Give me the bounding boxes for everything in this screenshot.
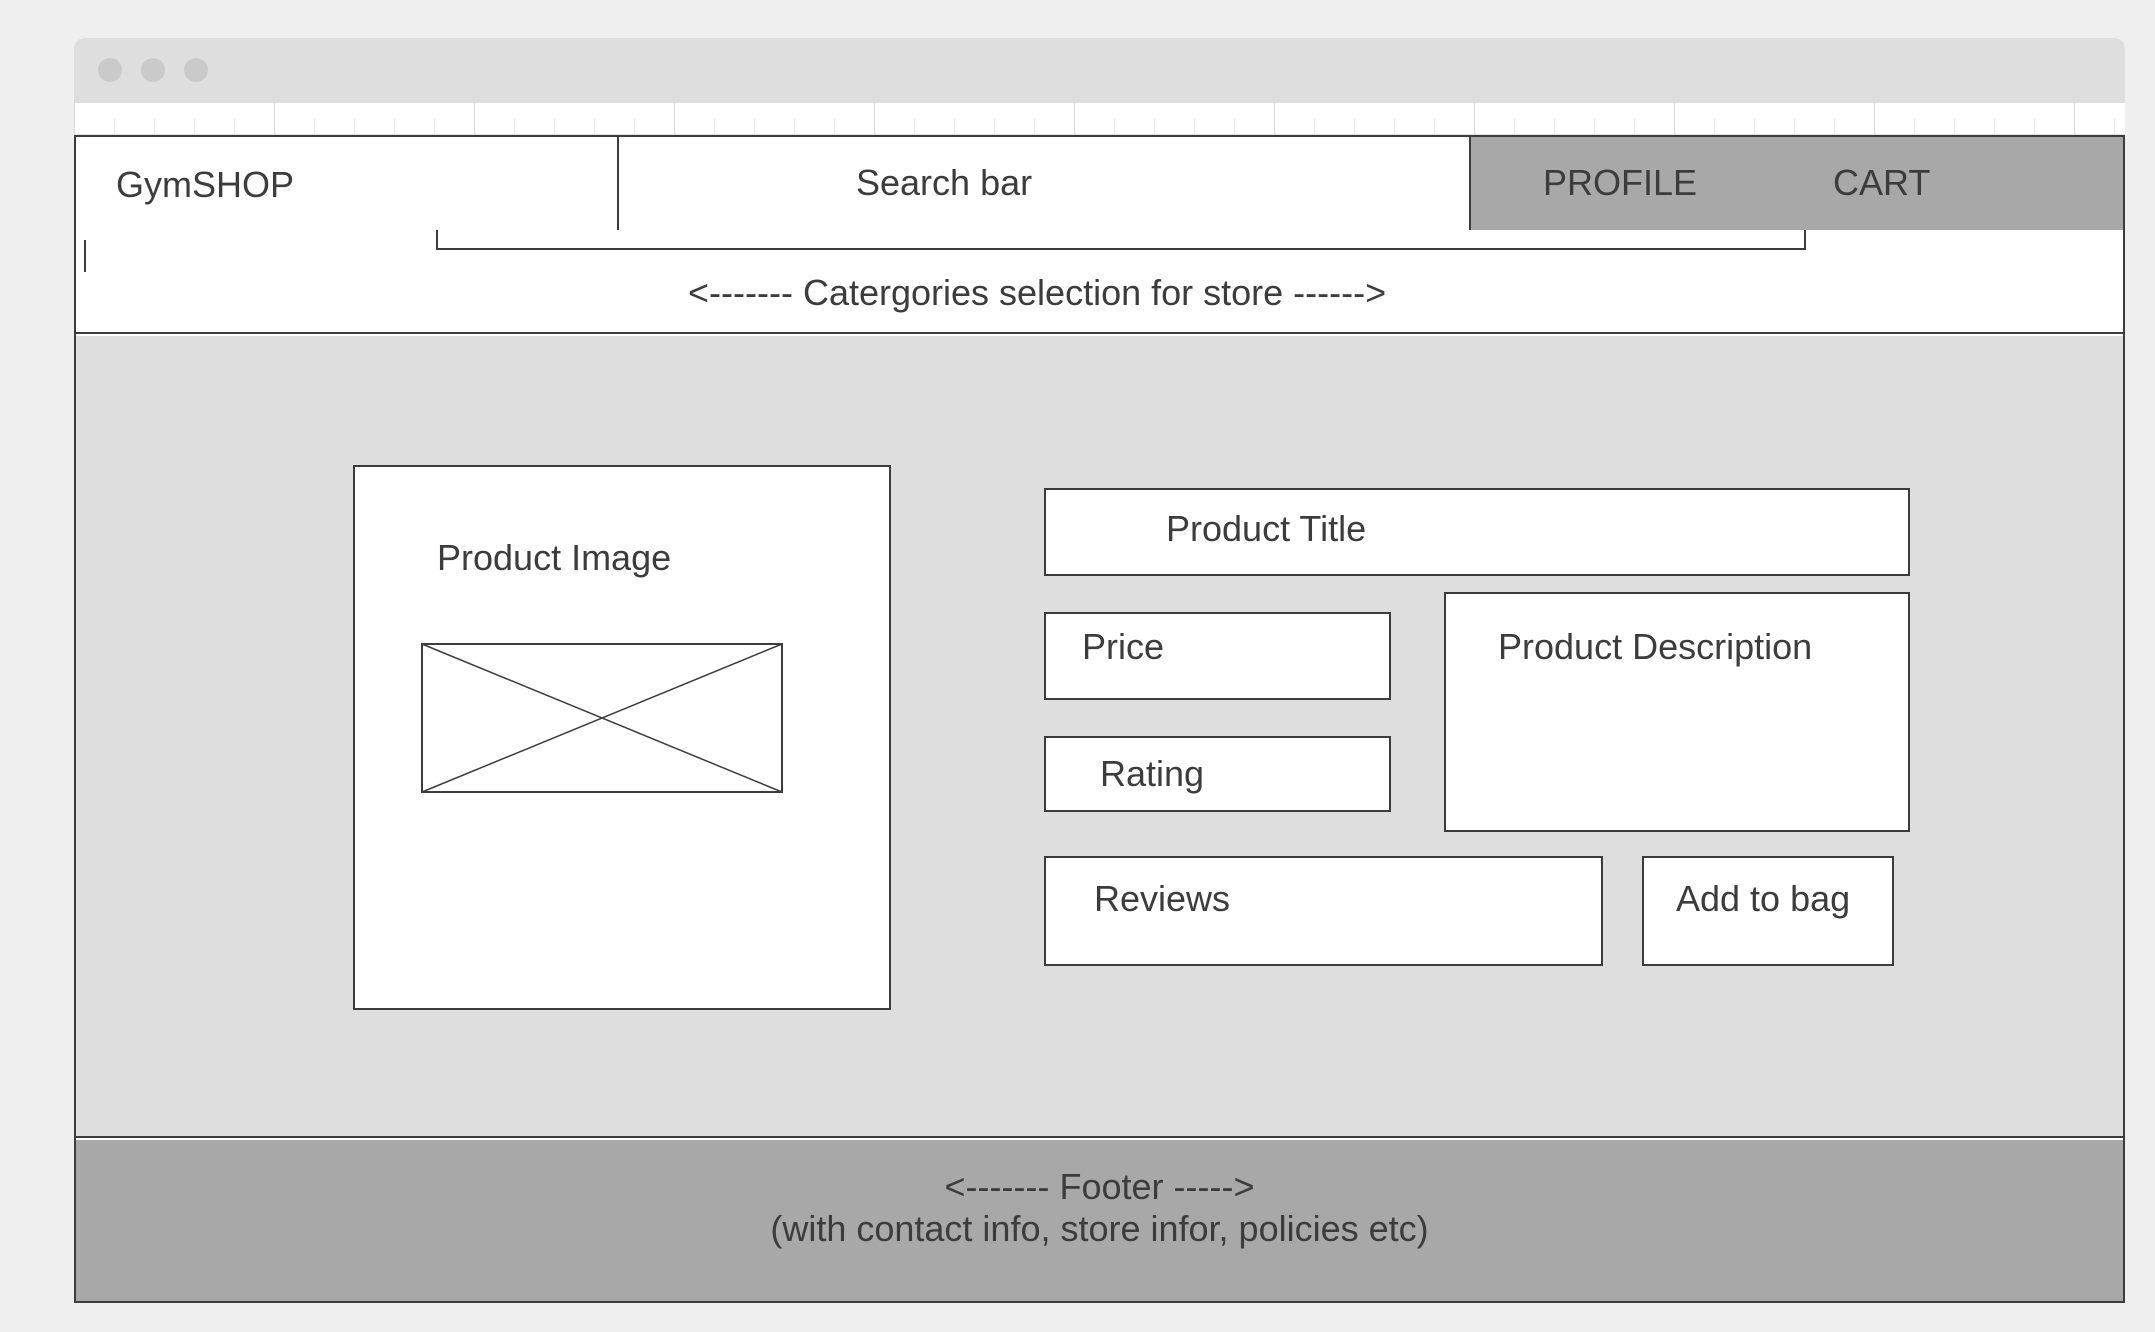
product-detail-area: Product Image Product Title Price Rating…: [76, 336, 2123, 1138]
add-to-bag-label: Add to bag: [1676, 878, 1851, 919]
brand-cell: GymSHOP: [76, 137, 619, 230]
price-box: Price: [1044, 612, 1391, 700]
site-footer: <------- Footer -----> (with contact inf…: [76, 1140, 2123, 1301]
window-maximize-dot[interactable]: [184, 58, 208, 82]
category-bracket: [436, 230, 1806, 250]
reviews-box[interactable]: Reviews: [1044, 856, 1603, 966]
header-nav: PROFILE CART: [1471, 137, 2123, 230]
footer-title: <------- Footer ----->: [944, 1166, 1255, 1207]
product-description: Product Description: [1498, 626, 1813, 667]
site-header: GymSHOP Search bar PROFILE CART: [76, 137, 2123, 230]
page-wireframe: GymSHOP Search bar PROFILE CART <-------…: [74, 135, 2125, 1303]
add-to-bag-button[interactable]: Add to bag: [1642, 856, 1894, 966]
footer-description: (with contact info, store infor, policie…: [770, 1208, 1429, 1249]
browser-window: GymSHOP Search bar PROFILE CART <-------…: [74, 38, 2125, 1303]
category-selection-bar[interactable]: <------- Catergories selection for store…: [76, 230, 2123, 334]
product-title-box: Product Title: [1044, 488, 1910, 576]
cart-link[interactable]: CART: [1833, 162, 1930, 204]
category-selection-label: <------- Catergories selection for store…: [688, 272, 1387, 313]
window-minimize-dot[interactable]: [141, 58, 165, 82]
product-price: Price: [1082, 626, 1165, 667]
text-cursor: [84, 240, 86, 272]
brand-logo[interactable]: GymSHOP: [116, 164, 294, 206]
product-description-box: Product Description: [1444, 592, 1910, 832]
window-close-dot[interactable]: [98, 58, 122, 82]
rating-box: Rating: [1044, 736, 1391, 812]
product-image-panel: Product Image: [353, 465, 891, 1010]
profile-link[interactable]: PROFILE: [1543, 162, 1697, 204]
search-bar[interactable]: Search bar: [619, 137, 1471, 230]
product-image-label: Product Image: [437, 537, 672, 578]
product-rating[interactable]: Rating: [1100, 753, 1204, 795]
ruler-bar: [74, 103, 2125, 135]
image-placeholder-icon[interactable]: [421, 643, 783, 793]
reviews-label: Reviews: [1094, 878, 1231, 919]
search-bar-label: Search bar: [856, 162, 1033, 203]
product-title: Product Title: [1166, 508, 1367, 549]
window-titlebar: [74, 38, 2125, 103]
